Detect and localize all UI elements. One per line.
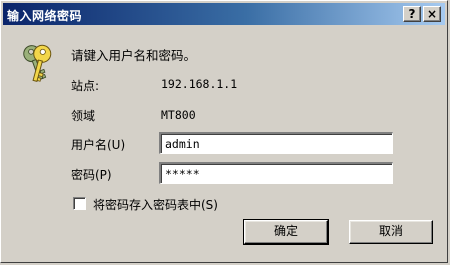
title-bar[interactable]: 输入网络密码 ? × bbox=[3, 3, 445, 25]
site-label: 站点: bbox=[71, 79, 100, 93]
save-password-checkbox[interactable] bbox=[73, 197, 86, 210]
site-value: 192.168.1.1 bbox=[161, 77, 238, 91]
realm-value: MT800 bbox=[161, 108, 196, 122]
prompt-text: 请键入用户名和密码。 bbox=[71, 48, 197, 63]
window-title: 输入网络密码 bbox=[7, 9, 83, 23]
keys-icon bbox=[23, 44, 52, 83]
password-label: 密码(P) bbox=[71, 168, 112, 182]
realm-label: 领域 bbox=[71, 109, 96, 123]
save-password-label[interactable]: 将密码存入密码表中(S) bbox=[93, 196, 218, 213]
ok-button[interactable]: 确定 bbox=[243, 219, 329, 245]
help-button[interactable]: ? bbox=[403, 6, 421, 22]
password-input[interactable]: ***** bbox=[159, 162, 393, 184]
cancel-button[interactable]: 取消 bbox=[349, 220, 433, 244]
username-input[interactable]: admin bbox=[159, 132, 393, 154]
network-password-dialog: 输入网络密码 ? × 请键入用户名和密码。 站点: 192.168.1.1 领域… bbox=[0, 0, 448, 263]
close-button[interactable]: × bbox=[423, 6, 441, 22]
username-label: 用户名(U) bbox=[71, 138, 126, 152]
